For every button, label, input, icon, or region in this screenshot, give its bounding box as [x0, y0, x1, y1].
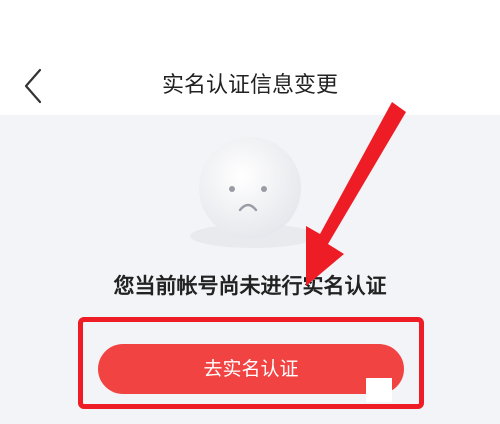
button-glare-patch	[366, 378, 392, 402]
empty-state-message: 您当前帐号尚未进行实名认证	[113, 274, 387, 298]
go-verify-button[interactable]: 去实名认证	[98, 344, 404, 394]
sad-face-icon	[188, 133, 318, 258]
header-bar: 实名认证信息变更	[0, 0, 500, 115]
page-title: 实名认证信息变更	[161, 73, 338, 98]
